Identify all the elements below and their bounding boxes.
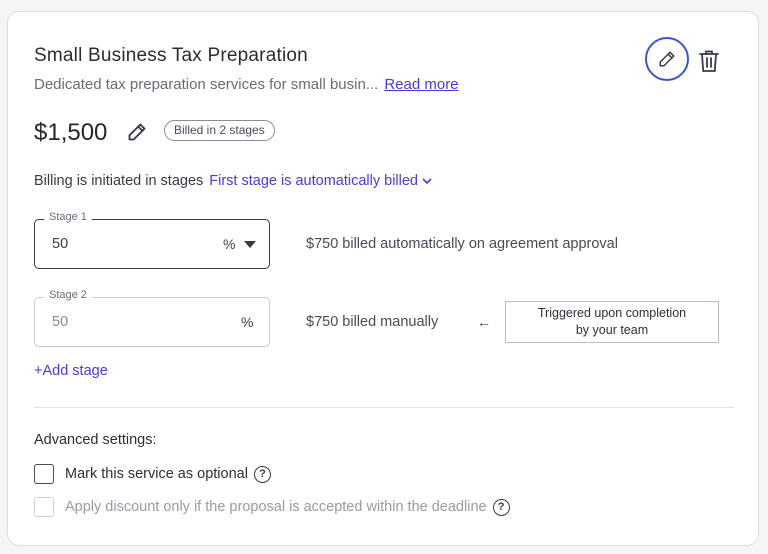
- stage-1-unit: %: [223, 236, 236, 252]
- stage-2-note: $750 billed manually: [306, 314, 439, 330]
- discount-deadline-label: Apply discount only if the proposal is a…: [65, 499, 487, 515]
- arrow-left-icon: ←: [477, 314, 491, 330]
- discount-deadline-checkbox[interactable]: [34, 497, 54, 517]
- optional-service-checkbox[interactable]: [34, 464, 54, 484]
- service-description: Dedicated tax preparation services for s…: [34, 76, 459, 93]
- stage-2-unit: %: [241, 314, 254, 330]
- billing-mode-line: Billing is initiated in stages First stag…: [34, 173, 432, 189]
- add-stage-link[interactable]: +Add stage: [34, 363, 108, 379]
- pencil-icon: [659, 51, 675, 67]
- divider: [34, 407, 734, 408]
- price-edit-pencil-icon[interactable]: [127, 122, 147, 142]
- optional-service-option: Mark this service as optional ?: [34, 464, 271, 484]
- service-price: $1,500: [34, 119, 108, 146]
- help-icon[interactable]: ?: [492, 498, 510, 516]
- discount-deadline-option: Apply discount only if the proposal is a…: [34, 497, 510, 517]
- advanced-settings-heading: Advanced settings:: [34, 432, 157, 448]
- callout-line-2: by your team: [575, 323, 649, 337]
- stage-2-value[interactable]: 50: [52, 314, 68, 330]
- billing-stages-badge: Billed in 2 stages: [164, 120, 275, 141]
- description-text: Dedicated tax preparation services for s…: [34, 76, 379, 93]
- billing-prefix: Billing is initiated in stages: [34, 173, 204, 189]
- service-card: Small Business Tax Preparation Dedicated…: [7, 11, 759, 546]
- caret-down-icon[interactable]: [244, 241, 256, 248]
- stage-2-label: Stage 2: [44, 289, 92, 301]
- chevron-down-icon: [422, 178, 432, 185]
- stage-1-label: Stage 1: [44, 211, 92, 223]
- billing-mode-label: First stage is automatically billed: [209, 173, 418, 189]
- service-title: Small Business Tax Preparation: [34, 45, 308, 66]
- read-more-link[interactable]: Read more: [384, 76, 458, 93]
- callout-line-1: Triggered upon completion: [537, 306, 687, 320]
- help-icon[interactable]: ?: [253, 465, 271, 483]
- stage-2-field[interactable]: Stage 2 50 %: [34, 289, 270, 347]
- stage-1-note: $750 billed automatically on agreement a…: [306, 236, 618, 252]
- stage-1-field[interactable]: Stage 1 50 %: [34, 211, 270, 269]
- billing-mode-dropdown[interactable]: First stage is automatically billed: [209, 173, 432, 189]
- optional-service-label: Mark this service as optional: [65, 466, 248, 482]
- stage-2-callout: Triggered upon completion by your team: [505, 301, 719, 343]
- edit-service-button[interactable]: [645, 37, 689, 81]
- trash-icon[interactable]: [698, 49, 720, 73]
- stage-1-value[interactable]: 50: [52, 236, 68, 252]
